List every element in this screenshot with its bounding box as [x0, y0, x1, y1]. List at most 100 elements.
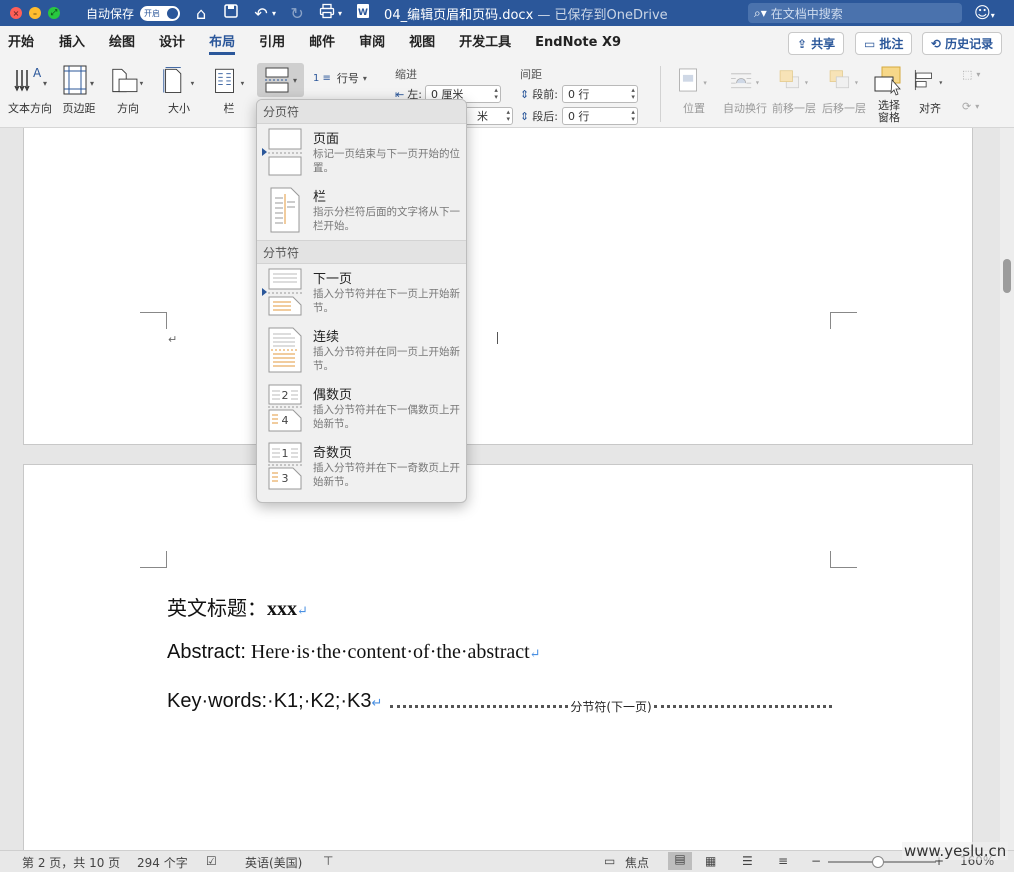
keywords-text: Key·words:·K1;·K2;·K3	[167, 690, 372, 712]
scrollbar-thumb[interactable]	[1003, 259, 1011, 293]
share-icon: ⇪	[797, 36, 808, 51]
comments-button[interactable]: ▭ 批注	[855, 32, 913, 55]
size-button[interactable]: ▾ 大小	[162, 64, 196, 116]
title-bar: × – ⤢ 自动保存 开启 ⌂ ↶ ▾ ↻ ▾ W 04_编辑页眉和页码.doc…	[0, 0, 1014, 26]
english-title-line[interactable]: 英文标题：xxx↵	[167, 592, 308, 621]
keywords-line[interactable]: Key·words:·K1;·K2;·K3↵	[167, 690, 382, 713]
wrap-text-button[interactable]: ▾ 自动换行	[723, 64, 767, 116]
word-count[interactable]: 294 个字	[137, 854, 188, 871]
page-1[interactable]: ↵	[23, 128, 973, 445]
tab-layout[interactable]: 布局	[201, 26, 243, 60]
breaks-button[interactable]: ▾	[257, 63, 304, 97]
group-button[interactable]: ⬚ ▾	[962, 68, 980, 81]
tab-mailings[interactable]: 邮件	[301, 26, 343, 60]
track-changes-icon[interactable]: ⊤	[323, 854, 333, 868]
breaks-menu: 分页符 页面 标记一页结束与下一页开始的位置。 栏指示分栏符后面的文字将从下一栏开…	[256, 99, 467, 503]
tab-references[interactable]: 引用	[251, 26, 293, 60]
language[interactable]: 英语(美国)	[245, 854, 302, 871]
even-page-icon: 24	[257, 380, 313, 438]
outline-view-icon[interactable]: ☰	[742, 854, 753, 868]
tab-insert[interactable]: 插入	[51, 26, 93, 60]
text-direction-label: 文本方向	[8, 102, 52, 115]
account-icon[interactable]: ☺▾	[974, 3, 995, 22]
send-backward-button[interactable]: ▾ 后移一层	[822, 64, 866, 116]
text-direction-button[interactable]: A ▾ 文本方向	[8, 64, 52, 116]
share-button[interactable]: ⇪ 共享	[788, 32, 845, 55]
align-label: 对齐	[919, 102, 941, 115]
menu-item-page-break[interactable]: 页面 标记一页结束与下一页开始的位置。	[257, 124, 466, 182]
margins-button[interactable]: ▾ 页边距	[62, 64, 96, 116]
save-icon[interactable]	[222, 3, 240, 23]
spacing-header: 间距	[520, 68, 542, 81]
svg-text:▾: ▾	[293, 76, 297, 85]
spacing-before-field[interactable]: 0 行 ▴ ▾	[561, 85, 638, 103]
tab-draw[interactable]: 绘图	[101, 26, 143, 60]
undo-icon[interactable]: ↶	[252, 4, 270, 23]
spacing-after-value: 0 行	[567, 110, 590, 123]
spacing-after-field[interactable]: 0 行 ▴ ▾	[561, 107, 638, 125]
zoom-out-icon[interactable]: −	[811, 854, 821, 868]
svg-text:▾: ▾	[855, 80, 859, 87]
document-canvas[interactable]: ↵ 英文标题：xxx↵ Abstract: Here·is·the·conten…	[0, 128, 1000, 850]
home-icon[interactable]: ⌂	[192, 4, 210, 23]
bring-forward-label: 前移一层	[772, 102, 816, 115]
print-layout-icon[interactable]: ▤	[668, 852, 692, 870]
minimize-window-button[interactable]: –	[29, 7, 41, 19]
abstract-line[interactable]: Abstract: Here·is·the·content·of·the·abs…	[167, 641, 541, 664]
vertical-scrollbar[interactable]	[1000, 128, 1014, 850]
close-window-button[interactable]: ×	[10, 7, 22, 19]
search-icon: ⌕▾	[754, 5, 767, 20]
tab-review[interactable]: 审阅	[351, 26, 393, 60]
autosave-toggle[interactable]: 开启	[140, 5, 181, 21]
svg-text:A: A	[33, 66, 42, 80]
svg-text:▾: ▾	[90, 79, 94, 88]
menu-item-odd-page[interactable]: 13 奇数页 插入分节符并在下一奇数页上开始新节。	[257, 438, 466, 496]
tab-endnote[interactable]: EndNote X9	[527, 26, 629, 60]
columns-button[interactable]: ▾ 栏	[212, 64, 246, 116]
position-button[interactable]: ▾ 位置	[677, 64, 711, 116]
paragraph-mark: ↵	[371, 695, 383, 710]
tab-view[interactable]: 视图	[401, 26, 443, 60]
tab-developer[interactable]: 开发工具	[451, 26, 519, 60]
proofing-icon[interactable]: ☑	[206, 854, 217, 868]
comment-icon: ▭	[864, 36, 876, 51]
tab-home[interactable]: 开始	[0, 26, 42, 60]
print-icon[interactable]	[318, 3, 336, 23]
undo-dropdown-icon[interactable]: ▾	[272, 9, 276, 18]
columns-icon: ▾	[212, 64, 246, 96]
draft-view-icon[interactable]: ≡	[778, 854, 788, 868]
web-layout-icon[interactable]: ▦	[705, 854, 716, 868]
redo-icon[interactable]: ↻	[288, 4, 306, 23]
history-icon: ⟲	[931, 36, 942, 51]
search-input[interactable]: ⌕▾ 在文档中搜索	[748, 3, 962, 23]
spacing-before-value: 0 行	[567, 88, 590, 101]
menu-item-next-page[interactable]: 下一页 插入分节符并在下一页上开始新节。	[257, 264, 466, 322]
page-breaks-header: 分页符	[257, 100, 466, 124]
zoom-slider-knob[interactable]	[871, 856, 884, 868]
menu-item-desc: 插入分节符并在下一偶数页上开始新节。	[313, 404, 460, 430]
menu-item-even-page[interactable]: 24 偶数页 插入分节符并在下一偶数页上开始新节。	[257, 380, 466, 438]
history-button[interactable]: ⟲ 历史记录	[922, 32, 1003, 55]
rotate-button[interactable]: ⟳ ▾	[962, 100, 979, 113]
pointer-marker-icon	[262, 148, 267, 156]
line-numbers-button[interactable]: 1 ≡ 行号 ▾	[313, 70, 367, 86]
menu-item-continuous[interactable]: 连续 插入分节符并在同一页上开始新节。	[257, 322, 466, 380]
columns-label: 栏	[223, 102, 235, 115]
bring-forward-button[interactable]: ▾ 前移一层	[772, 64, 816, 116]
page-count[interactable]: 第 2 页，共 10 页	[22, 854, 120, 871]
orientation-button[interactable]: ▾ 方向	[111, 64, 145, 116]
focus-label[interactable]: 焦点	[625, 854, 649, 871]
menu-item-column-break[interactable]: 栏指示分栏符后面的文字将从下一栏开始。	[257, 182, 466, 240]
tab-design[interactable]: 设计	[151, 26, 193, 60]
continuous-icon	[257, 322, 313, 380]
customize-toolbar-icon[interactable]: ▾	[338, 9, 342, 18]
line-numbers-icon: 1 ≡	[313, 72, 331, 84]
selection-pane-button[interactable]: 选择 窗格	[872, 64, 906, 124]
focus-icon[interactable]: ▭	[604, 854, 615, 868]
corner-mark	[140, 551, 167, 568]
align-button[interactable]: ▾ 对齐	[913, 64, 947, 116]
send-backward-icon: ▾	[827, 64, 861, 96]
ribbon-separator	[660, 66, 661, 122]
zoom-window-button[interactable]: ⤢	[48, 7, 60, 19]
svg-text:▾: ▾	[191, 78, 195, 87]
